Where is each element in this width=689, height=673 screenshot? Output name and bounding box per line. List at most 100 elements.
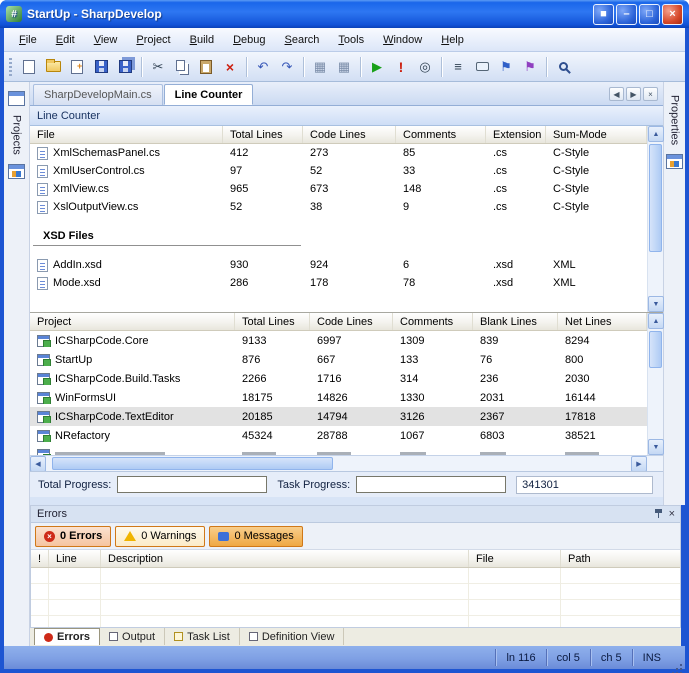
cut-icon[interactable]: ✂	[146, 56, 170, 78]
messages-filter-button[interactable]: 0 Messages	[209, 526, 302, 547]
main-area: SharpDevelopMain.cs Line Counter ◀ ▶ × L…	[30, 82, 663, 505]
column-header-code-lines[interactable]: Code Lines	[310, 313, 393, 330]
tab-prev-icon[interactable]: ◀	[609, 87, 624, 101]
column-header-extension[interactable]: Extension	[486, 126, 546, 143]
menu-window[interactable]: Window	[374, 31, 431, 49]
new-file-icon[interactable]	[17, 56, 41, 78]
warnings-filter-button[interactable]: 0 Warnings	[115, 526, 205, 547]
table-row[interactable]: Mode.xsd 286 178 78 .xsd XML	[30, 274, 647, 292]
menu-project[interactable]: Project	[127, 31, 179, 49]
column-header-description[interactable]: Description	[101, 550, 469, 567]
maximize-button[interactable]: □	[639, 4, 660, 25]
show-whitespace-icon[interactable]: ▦	[308, 56, 332, 78]
scroll-down-icon[interactable]: ▼	[648, 439, 664, 455]
save-file-icon[interactable]	[89, 56, 113, 78]
tab-line-counter[interactable]: Line Counter	[164, 84, 254, 105]
table-row[interactable]: ICSharpCode.Build.Tasks 2266 1716 314 23…	[30, 369, 647, 388]
new-project-icon[interactable]	[65, 56, 89, 78]
minimize-button[interactable]: –	[616, 4, 637, 25]
project-table-vscrollbar[interactable]: ▲ ▼	[647, 313, 663, 455]
search-icon[interactable]	[551, 56, 575, 78]
scrollbar-thumb[interactable]	[52, 457, 333, 470]
delete-icon[interactable]: ×	[218, 56, 242, 78]
table-row[interactable]: StartUp 876 667 133 76 800	[30, 350, 647, 369]
scroll-left-icon[interactable]: ◀	[30, 456, 46, 472]
table-row[interactable]: XslOutputView.cs 52 38 9 .cs C-Style	[30, 198, 647, 216]
show-grid-icon[interactable]: ▦	[332, 56, 356, 78]
scroll-down-icon[interactable]: ▼	[648, 296, 664, 312]
close-icon[interactable]: ×	[669, 509, 675, 520]
column-header-blank-lines[interactable]: Blank Lines	[473, 313, 558, 330]
save-all-icon[interactable]	[113, 56, 137, 78]
menu-tools[interactable]: Tools	[329, 31, 373, 49]
close-button[interactable]: ×	[662, 4, 683, 25]
prev-bookmark-icon[interactable]: ⚑	[494, 56, 518, 78]
menu-build[interactable]: Build	[181, 31, 223, 49]
menu-view[interactable]: View	[85, 31, 127, 49]
tab-sharpdevelopmain[interactable]: SharpDevelopMain.cs	[33, 84, 163, 105]
column-header-net-lines[interactable]: Net Lines	[558, 313, 647, 330]
scroll-up-icon[interactable]: ▲	[648, 126, 664, 142]
next-bookmark-icon[interactable]: ⚑	[518, 56, 542, 78]
copy-icon[interactable]	[170, 56, 194, 78]
column-header-total-lines[interactable]: Total Lines	[235, 313, 310, 330]
tab-output[interactable]: Output	[100, 628, 165, 645]
table-row[interactable]: WinFormsUI 18175 14826 1330 2031 16144	[30, 388, 647, 407]
toolbar-grip[interactable]	[9, 58, 12, 76]
menu-search[interactable]: Search	[276, 31, 329, 49]
error-icon: ×	[44, 531, 55, 542]
table-row[interactable]: XmlUserControl.cs 97 52 33 .cs C-Style	[30, 162, 647, 180]
column-header-file[interactable]: File	[30, 126, 223, 143]
scrollbar-thumb[interactable]	[649, 331, 662, 368]
table-row-selected[interactable]: ICSharpCode.TextEditor 20185 14794 3126 …	[30, 407, 647, 426]
tools-pad-icon[interactable]	[666, 154, 683, 169]
undo-icon[interactable]: ↶	[251, 56, 275, 78]
scroll-up-icon[interactable]: ▲	[648, 313, 664, 329]
menu-file[interactable]: File	[10, 31, 46, 49]
column-header-code-lines[interactable]: Code Lines	[303, 126, 396, 143]
resize-grip[interactable]	[671, 646, 685, 669]
column-header-sum-mode[interactable]: Sum-Mode	[546, 126, 647, 143]
table-row[interactable]: ICSharpCode.Core 9133 6997 1309 839 8294	[30, 331, 647, 350]
scroll-right-icon[interactable]: ▶	[631, 456, 647, 472]
tab-close-icon[interactable]: ×	[643, 87, 658, 101]
menu-help[interactable]: Help	[432, 31, 473, 49]
open-file-icon[interactable]	[41, 56, 65, 78]
classes-pad-icon[interactable]	[8, 164, 25, 179]
toggle-comment-icon[interactable]	[470, 56, 494, 78]
table-row[interactable]: XmlSchemasPanel.cs 412 273 85 .cs C-Styl…	[30, 144, 647, 162]
tab-definition-view[interactable]: Definition View	[240, 628, 345, 645]
column-header-total-lines[interactable]: Total Lines	[223, 126, 303, 143]
scrollbar-thumb[interactable]	[649, 144, 662, 252]
record-macro-icon[interactable]: ◎	[413, 56, 437, 78]
table-row[interactable]: XmlView.cs 965 673 148 .cs C-Style	[30, 180, 647, 198]
window-extra-button[interactable]: ■	[593, 4, 614, 25]
paste-icon[interactable]	[194, 56, 218, 78]
horizontal-scrollbar[interactable]: ◀ ▶	[30, 455, 663, 471]
tab-next-icon[interactable]: ▶	[626, 87, 641, 101]
table-row[interactable]: AddIn.xsd 930 924 6 .xsd XML	[30, 256, 647, 274]
errors-filter-button[interactable]: × 0 Errors	[35, 526, 111, 547]
redo-icon[interactable]: ↷	[275, 56, 299, 78]
run-icon[interactable]: ▶	[365, 56, 389, 78]
menu-edit[interactable]: Edit	[47, 31, 84, 49]
menu-debug[interactable]: Debug	[224, 31, 274, 49]
column-header-file[interactable]: File	[469, 550, 561, 567]
stop-build-icon[interactable]: !	[389, 56, 413, 78]
pin-icon[interactable]	[654, 509, 663, 519]
column-header-path[interactable]: Path	[561, 550, 680, 567]
projects-pad-tab[interactable]: Projects	[11, 115, 23, 155]
table-row[interactable]: NRefactory 45324 28788 1067 6803 38521	[30, 426, 647, 445]
column-header-severity[interactable]: !	[31, 550, 49, 567]
projects-pad-icon[interactable]	[8, 91, 25, 106]
column-header-comments[interactable]: Comments	[396, 126, 486, 143]
column-header-comments[interactable]: Comments	[393, 313, 473, 330]
column-header-line[interactable]: Line	[49, 550, 101, 567]
tab-task-list[interactable]: Task List	[165, 628, 240, 645]
sort-lines-icon[interactable]: ≡	[446, 56, 470, 78]
table-row-clipped[interactable]	[30, 445, 647, 455]
file-table-vscrollbar[interactable]: ▲ ▼	[647, 126, 663, 312]
column-header-project[interactable]: Project	[30, 313, 235, 330]
properties-pad-tab[interactable]: Properties	[669, 95, 681, 145]
tab-errors[interactable]: Errors	[34, 628, 100, 645]
